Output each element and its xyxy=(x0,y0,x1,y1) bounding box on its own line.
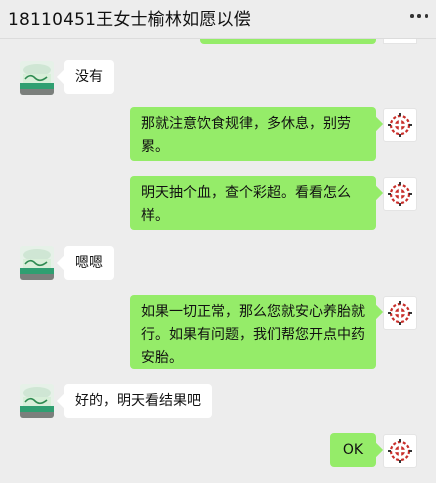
more-dot xyxy=(417,14,421,18)
contact-avatar[interactable] xyxy=(20,61,54,95)
self-avatar-image xyxy=(388,113,412,137)
message-bubble[interactable]: 没有 xyxy=(64,60,114,94)
message-bubble[interactable]: 那就注意饮食规律，多休息，别劳累。 xyxy=(130,107,376,161)
message-text: 如果一切正常，那么您就安心养胎就行。如果有问题，我们帮您开点中药安胎。 xyxy=(141,304,365,366)
contact-avatar[interactable] xyxy=(20,246,54,280)
chat-title: 18110451王女士榆林如愿以偿 xyxy=(8,10,251,30)
contact-avatar-image xyxy=(20,61,54,95)
scrollbar[interactable] xyxy=(431,120,434,144)
more-dot xyxy=(410,14,414,18)
message-text: 没有 xyxy=(75,69,103,85)
self-avatar[interactable] xyxy=(383,177,417,211)
message-bubble[interactable]: OK xyxy=(330,433,376,467)
message-bubble[interactable]: 明天抽个血，查个彩超。看看怎么样。 xyxy=(130,176,376,230)
message-text: 那就注意饮食规律，多休息，别劳累。 xyxy=(141,116,351,155)
self-avatar[interactable] xyxy=(383,108,417,142)
self-avatar-image xyxy=(388,182,412,206)
self-avatar[interactable] xyxy=(383,434,417,468)
more-dot xyxy=(424,14,428,18)
self-avatar[interactable] xyxy=(383,296,417,330)
message-bubble[interactable]: 好的，明天看结果吧 xyxy=(64,384,212,418)
chat-header: 18110451王女士榆林如愿以偿 xyxy=(0,0,436,39)
message-bubble[interactable]: 如果一切正常，那么您就安心养胎就行。如果有问题，我们帮您开点中药安胎。 xyxy=(130,295,376,369)
self-avatar-image xyxy=(388,301,412,325)
message-text: 明天抽个血，查个彩超。看看怎么样。 xyxy=(141,185,351,224)
self-avatar-image xyxy=(388,439,412,463)
message-bubble[interactable]: 嗯嗯 xyxy=(64,246,114,280)
message-text: 好的，明天看结果吧 xyxy=(75,393,201,409)
message-text: 嗯嗯 xyxy=(75,255,103,271)
message-text: OK xyxy=(342,442,364,458)
contact-avatar[interactable] xyxy=(20,384,54,418)
contact-avatar-image xyxy=(20,246,54,280)
more-dots-icon[interactable] xyxy=(410,14,428,18)
contact-avatar-image xyxy=(20,384,54,418)
